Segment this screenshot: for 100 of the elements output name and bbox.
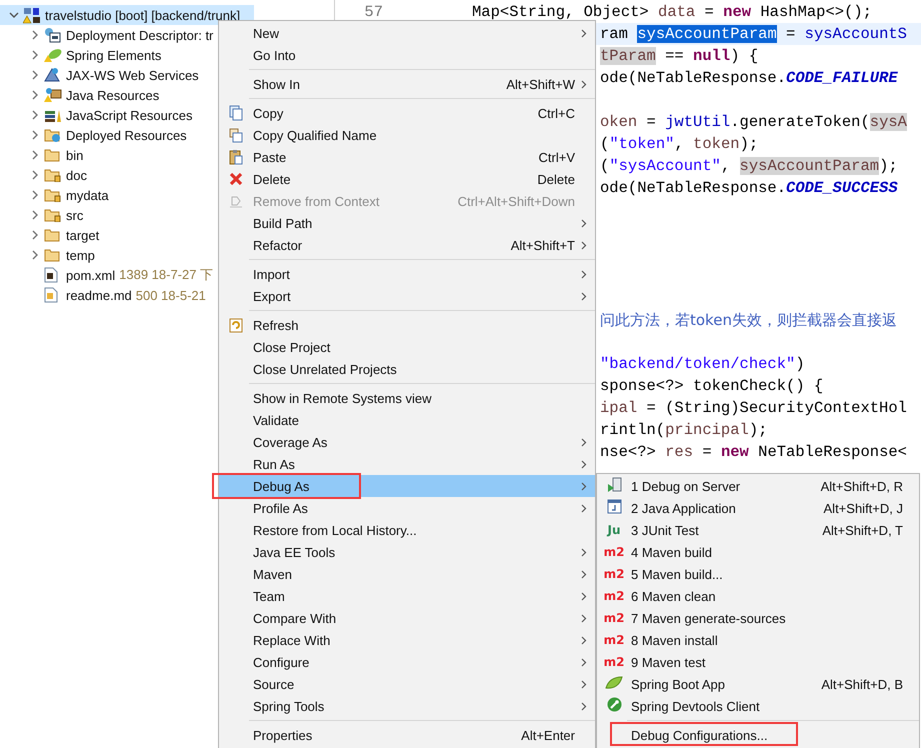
code-line: nse<?> res = new NeTableResponse<	[600, 443, 907, 461]
menu-item[interactable]: Compare With	[219, 607, 595, 629]
menu-item[interactable]: New	[219, 22, 595, 44]
leaf-icon	[605, 676, 623, 690]
icon-label: m2	[604, 655, 624, 669]
chevron-icon[interactable]	[30, 190, 40, 200]
delete-icon	[229, 172, 243, 186]
icon-label: m2	[604, 567, 624, 581]
icon-label: m2	[604, 589, 624, 603]
menu-item[interactable]: Properties Alt+Enter	[219, 724, 595, 746]
descriptor-icon	[44, 27, 61, 43]
menu-item[interactable]: Go Into	[219, 44, 595, 66]
code-line: ode(NeTableResponse.CODE_FAILURE	[600, 69, 898, 87]
folder-icon	[44, 148, 61, 162]
icon-label: Ju	[607, 523, 620, 537]
chevron-icon[interactable]	[30, 170, 40, 180]
menu-item[interactable]: Close Unrelated Projects	[219, 358, 595, 380]
menu-item[interactable]: Copy Qualified Name	[219, 124, 595, 146]
server-icon	[606, 476, 622, 492]
menu-item[interactable]: Delete Delete	[219, 168, 595, 190]
menu-item[interactable]: Configure	[219, 651, 595, 673]
menu-item[interactable]: Restore from Local History...	[219, 519, 595, 541]
menu-item[interactable]: m2 4 Maven build	[597, 541, 919, 563]
menu-item[interactable]: Team	[219, 585, 595, 607]
icon-label: m2	[604, 633, 624, 647]
code-line: Map<String, Object> data = new HashMap<>();	[472, 3, 872, 21]
file-info: 500 18-5-21	[136, 288, 206, 302]
chevron-icon[interactable]	[30, 70, 40, 80]
code-line: ipal = (String)SecurityContextHol	[600, 399, 907, 417]
folder-icon	[44, 127, 62, 143]
folder-icon	[44, 228, 61, 242]
menu-item[interactable]: Ju 3 JUnit Test Alt+Shift+D, T	[597, 519, 919, 541]
menu-item[interactable]: Refresh	[219, 314, 595, 336]
menu-item[interactable]: Show in Remote Systems view	[219, 387, 595, 409]
chevron-icon[interactable]	[30, 90, 40, 100]
menu-item[interactable]: Java EE Tools	[219, 541, 595, 563]
menu-item[interactable]: 1 Debug on Server Alt+Shift+D, R	[597, 475, 919, 497]
refresh-icon	[229, 317, 243, 333]
code-line: rintln(principal);	[600, 421, 768, 439]
chevron-icon[interactable]	[30, 130, 40, 140]
folder-icon	[44, 168, 61, 182]
chevron-icon[interactable]	[30, 210, 40, 220]
chevron-icon[interactable]	[30, 230, 40, 240]
menu-item[interactable]: 2 Java Application Alt+Shift+D, J	[597, 497, 919, 519]
file-icon	[44, 287, 58, 303]
window-icon	[606, 499, 622, 514]
code-line: ("token", token);	[600, 135, 758, 153]
chevron-icon[interactable]	[30, 110, 40, 120]
chevron-icon[interactable]	[30, 50, 40, 60]
menu-item[interactable]: Build Path	[219, 212, 595, 234]
code-line: tParam == null) {	[600, 47, 758, 65]
leaf-icon	[44, 47, 62, 63]
menu-item[interactable]: m2 9 Maven test	[597, 651, 919, 673]
menu-item[interactable]: m2 6 Maven clean	[597, 585, 919, 607]
menu-item[interactable]: Export	[219, 285, 595, 307]
menu-item[interactable]: Source	[219, 673, 595, 695]
menu-item[interactable]: Profile As	[219, 497, 595, 519]
menu-item[interactable]: Validate	[219, 409, 595, 431]
menu-item[interactable]: Import	[219, 263, 595, 285]
line-number: 57	[364, 3, 383, 21]
folder-icon	[44, 248, 61, 262]
icon-label: m2	[604, 545, 624, 559]
code-line: ode(NeTableResponse.CODE_SUCCESS	[600, 179, 898, 197]
code-line: oken = jwtUtil.generateToken(sysA	[600, 113, 907, 131]
menu-item[interactable]: Coverage As	[219, 431, 595, 453]
chevron-icon[interactable]	[30, 30, 40, 40]
code-line: sponse<?> tokenCheck() {	[600, 377, 824, 395]
menu-item[interactable]: Spring Boot App Alt+Shift+D, B	[597, 673, 919, 695]
xml-file-icon	[44, 267, 58, 283]
chevron-icon[interactable]	[30, 250, 40, 260]
tree-item[interactable]: travelstudio [boot] [backend/trunk]	[0, 5, 254, 25]
code-line: 问此方法，若token失效，则拦截器会直接返	[600, 310, 897, 330]
remove-icon	[229, 194, 243, 208]
menu-item[interactable]: Copy Ctrl+C	[219, 102, 595, 124]
menu-item[interactable]: Spring Devtools Client	[597, 695, 919, 717]
menu-item[interactable]: m2 5 Maven build...	[597, 563, 919, 585]
code-line: ("sysAccount", sysAccountParam);	[600, 157, 898, 175]
menu-item[interactable]: Replace With	[219, 629, 595, 651]
paste-icon	[229, 149, 243, 165]
menu-item[interactable]: Refactor Alt+Shift+T	[219, 234, 595, 256]
copy-icon	[229, 127, 243, 143]
package-icon	[44, 87, 62, 103]
file-info: 1389 18-7-27 下	[119, 266, 214, 284]
code-line: "backend/token/check")	[600, 355, 805, 373]
menu-item[interactable]: Maven	[219, 563, 595, 585]
menu-item[interactable]: Run As	[219, 453, 595, 475]
folder-icon	[44, 208, 61, 222]
menu-item[interactable]: Spring Tools	[219, 695, 595, 717]
menu-item[interactable]: Paste Ctrl+V	[219, 146, 595, 168]
menu-item[interactable]: m2 8 Maven install	[597, 629, 919, 651]
wrench-icon	[606, 697, 622, 712]
chevron-icon[interactable]	[9, 10, 19, 20]
menu-item[interactable]: Show In Alt+Shift+W	[219, 73, 595, 95]
web-services-icon	[44, 67, 61, 83]
menu-item[interactable]: Debug Configurations...	[597, 724, 919, 746]
chevron-icon[interactable]	[30, 150, 40, 160]
project-icon	[23, 6, 41, 24]
menu-item[interactable]: m2 7 Maven generate-sources	[597, 607, 919, 629]
menu-item[interactable]: Close Project	[219, 336, 595, 358]
icon-label: m2	[604, 611, 624, 625]
